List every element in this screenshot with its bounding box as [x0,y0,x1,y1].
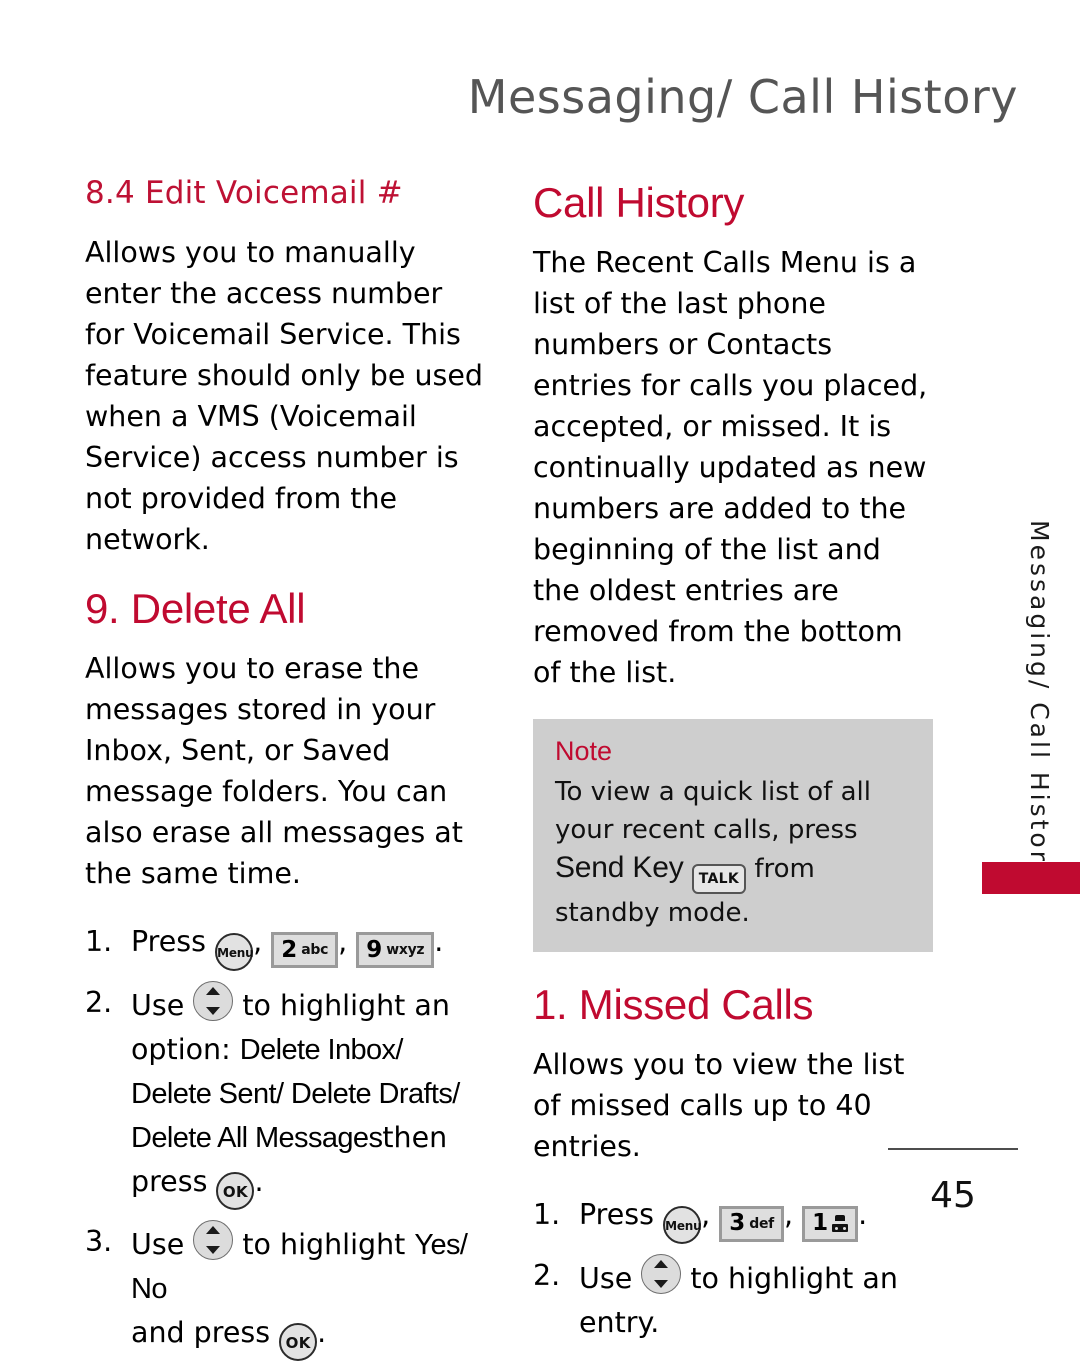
arrow-up-icon [206,1225,221,1234]
step-item: 2. Use to highlight an option: Delete In… [85,980,485,1210]
step-continuation: and press OK. [131,1311,485,1361]
step-item: 1. Press Menu, 2 abc , 9 wxyz . [85,920,485,971]
keypad-2-icon[interactable]: 2 abc [271,932,339,969]
manual-page: Messaging/ Call History 8.4 Edit Voicema… [0,0,1080,1361]
step-verb: Use [131,988,185,1022]
step-verb: Use [131,1227,185,1261]
send-key-label: Send Key [555,850,684,884]
step-verb: Use [579,1262,633,1296]
subsection-heading-delete-all: 9. Delete All [85,584,306,632]
left-column: 8.4 Edit Voicemail # Allows you to manua… [85,175,485,1371]
talk-key-icon[interactable]: TALK [691,863,747,894]
step-number: 2. [85,985,113,1019]
section-paragraph-call-history: The Recent Calls Menu is a list of the l… [533,246,928,690]
keypad-letters: abc [301,942,329,959]
note-text-before: To view a quick list of all your recent … [555,776,871,845]
note-body: To view a quick list of all your recent … [555,773,911,932]
step-option-label: option: [131,1032,231,1066]
footer-divider [888,1148,1018,1150]
keypad-letters: wxyz [386,942,425,959]
ok-key-icon[interactable]: OK [216,1171,255,1210]
step-continuation: option: Delete Inbox/ Delete Sent/ Delet… [131,1028,485,1210]
step-comma: , [253,924,263,958]
step-number: 1. [533,1198,561,1232]
keypad-1-icon[interactable]: 1 [802,1205,859,1242]
navigation-key-icon[interactable] [641,1254,682,1295]
keypad-digit: 2 [281,936,298,963]
step-period: . [254,1164,264,1198]
arrow-down-icon [206,1245,221,1254]
keypad-digit: 3 [729,1210,746,1237]
step-verb: Press [131,924,207,958]
subsection-heading-missed-calls: 1. Missed Calls [533,980,814,1028]
section-paragraph-edit-voicemail: Allows you to manually enter the access … [85,235,483,556]
keypad-digit: 9 [366,936,383,963]
right-steps-list: 1. Press Menu, 3 def , 1 . 2. Use to hig… [533,1193,933,1345]
step-text: to highlight an [242,988,450,1022]
side-tab-label: Messaging/ Call History [1025,520,1054,882]
step-item: 1. Press Menu, 3 def , 1 . [533,1193,933,1245]
step-period: . [858,1198,868,1232]
step-period: . [434,924,444,958]
arrow-up-icon [206,986,221,995]
note-box: Note To view a quick list of all your re… [533,719,933,952]
step-number: 1. [85,924,113,958]
voicemail-icon-tape [832,1224,849,1233]
step-number: 3. [85,1224,113,1258]
menu-key-icon[interactable]: Menu [663,1206,702,1245]
section-heading-call-history: Call History [533,179,745,226]
step-comma: , [701,1198,711,1232]
step-period: . [317,1315,327,1349]
arrow-down-icon [654,1280,669,1289]
step-number: 2. [533,1259,561,1293]
section-heading-edit-voicemail: 8.4 Edit Voicemail # [85,175,403,211]
navigation-key-icon[interactable] [193,980,234,1021]
voicemail-icon-head [835,1215,846,1222]
step-comma: , [338,924,348,958]
side-tab-marker [982,862,1080,894]
navigation-key-icon[interactable] [193,1219,234,1260]
keypad-9-icon[interactable]: 9 wxyz [356,932,435,969]
arrow-down-icon [206,1006,221,1015]
subsection-paragraph-missed-calls: Allows you to view the list of missed ca… [533,1048,905,1164]
step-and-press: and press [131,1315,271,1349]
voicemail-icon [832,1215,849,1233]
running-header: Messaging/ Call History [467,70,1018,124]
step-item: 3. Use to highlight Yes/ No and press OK… [85,1219,485,1361]
step-text: to highlight [242,1227,406,1261]
menu-key-icon[interactable]: Menu [215,932,254,971]
arrow-up-icon [654,1260,669,1269]
keypad-letters: def [749,1215,774,1232]
keypad-3-icon[interactable]: 3 def [719,1205,784,1242]
ok-key-icon[interactable]: OK [279,1322,318,1361]
note-title: Note [555,736,613,767]
keypad-digit: 1 [812,1210,829,1237]
subsection-paragraph-delete-all: Allows you to erase the messages stored … [85,651,463,890]
step-item: 2. Use to highlight an entry. [533,1254,933,1345]
step-comma: , [783,1198,793,1232]
right-column: Call History The Recent Calls Menu is a … [533,176,933,1355]
step-verb: Press [579,1198,655,1232]
page-number: 45 [930,1175,976,1216]
